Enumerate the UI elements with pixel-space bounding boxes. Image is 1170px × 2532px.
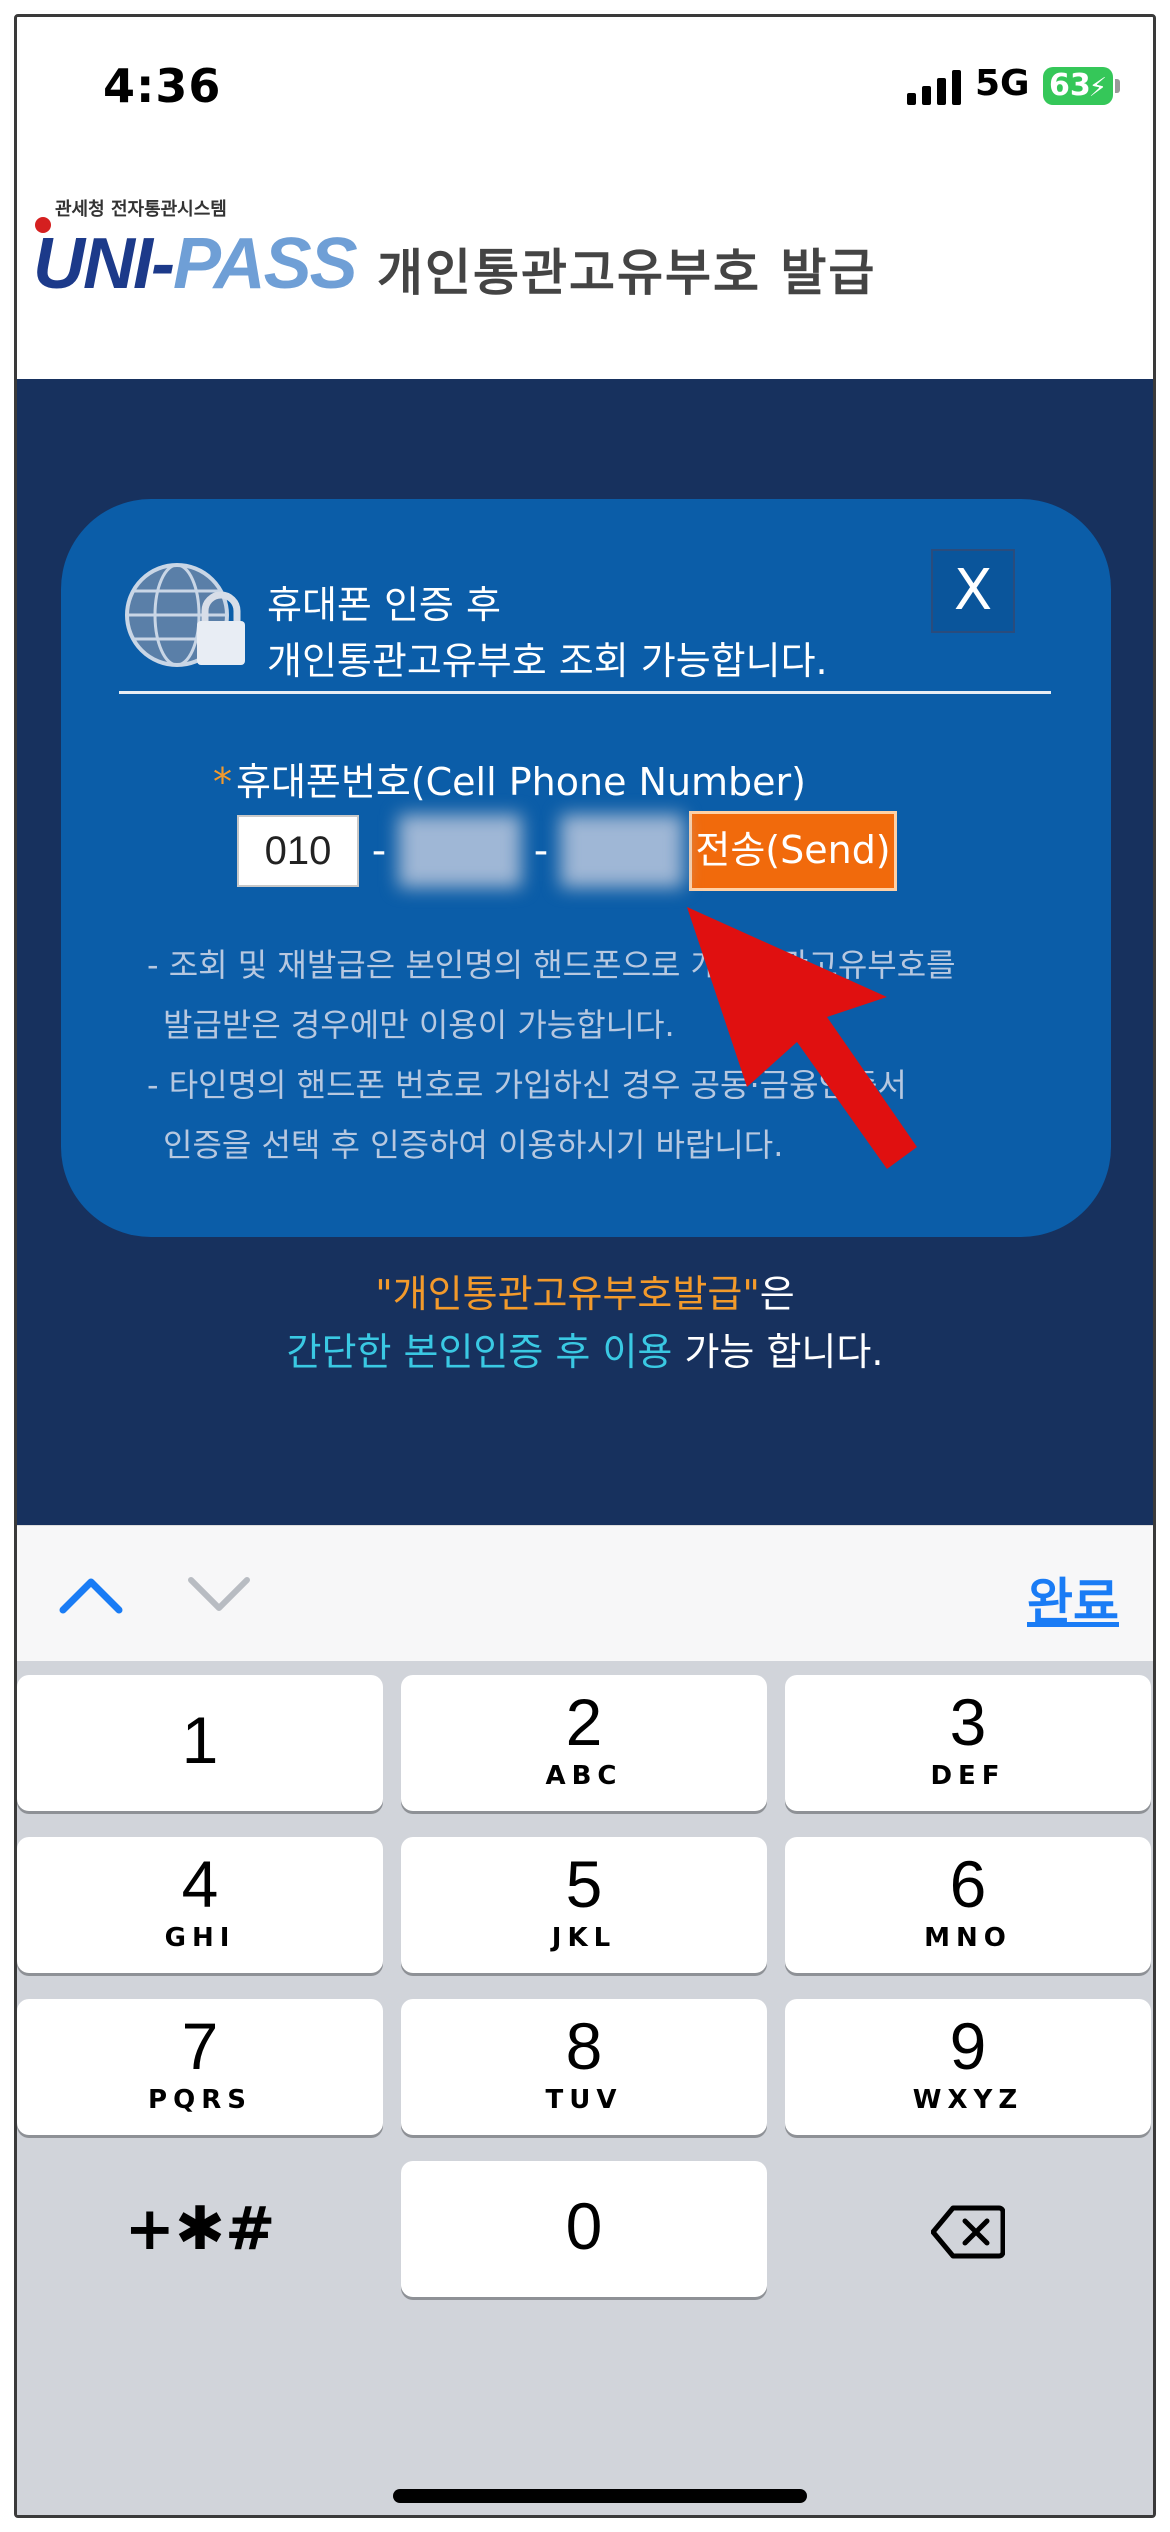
phone-last-field[interactable] <box>561 815 683 887</box>
charging-icon: ⚡ <box>1088 73 1107 103</box>
logo-subtitle: 관세청 전자통관시스템 <box>55 199 227 220</box>
keyboard-toolbar: 완료 <box>17 1525 1153 1661</box>
key-8[interactable]: 8 TUV <box>401 1999 767 2135</box>
required-mark: * <box>213 760 232 804</box>
home-indicator[interactable] <box>393 2489 807 2503</box>
phone-middle-field[interactable] <box>399 815 521 887</box>
status-bar: 4:36 5G 63 ⚡ <box>17 17 1153 147</box>
chevron-down-icon[interactable] <box>185 1572 253 1616</box>
symbols-key[interactable]: +✱# <box>17 2161 383 2297</box>
send-button[interactable]: 전송(Send) <box>689 811 897 891</box>
key-7[interactable]: 7 PQRS <box>17 1999 383 2135</box>
logo-wordmark: UNI-PASS <box>33 224 358 304</box>
page-title: 개인통관고유부호 발급 <box>377 244 877 302</box>
red-arrow-annotation <box>687 907 917 1169</box>
key-3[interactable]: 3 DEF <box>785 1675 1151 1811</box>
key-2[interactable]: 2 ABC <box>401 1675 767 1811</box>
dash-separator: - <box>371 828 387 874</box>
key-9[interactable]: 9 WXYZ <box>785 1999 1151 2135</box>
phone-frame: 4:36 5G 63 ⚡ 관세청 전자통관시스템 UNI-PASS 개인통관고유… <box>14 14 1156 2518</box>
signal-icon <box>907 69 961 105</box>
chevron-up-icon[interactable] <box>57 1572 125 1616</box>
globe-lock-icon <box>125 563 245 667</box>
key-4[interactable]: 4 GHI <box>17 1837 383 1973</box>
phone-prefix-field[interactable]: 010 <box>237 815 359 887</box>
battery-level: 63 <box>1049 68 1091 103</box>
done-button[interactable]: 완료 <box>1027 1562 1119 1634</box>
network-type: 5G <box>975 63 1030 104</box>
dim-overlay: 휴대폰 인증 후 개인통관고유부호 조회 가능합니다. X * 휴대폰번호(Cel… <box>17 379 1153 1525</box>
unipass-logo[interactable]: 관세청 전자통관시스템 UNI-PASS <box>33 195 369 325</box>
status-time: 4:36 <box>103 59 222 113</box>
phone-number-label: * 휴대폰번호(Cell Phone Number) <box>213 760 806 804</box>
page-header: 관세청 전자통관시스템 UNI-PASS 개인통관고유부호 발급 <box>17 147 1153 395</box>
key-5[interactable]: 5 JKL <box>401 1837 767 1973</box>
dash-separator: - <box>533 828 549 874</box>
info-message: "개인통관고유부호발급"은 간단한 본인인증 후 이용 가능 합니다. <box>286 1272 884 1374</box>
backspace-key[interactable] <box>785 2161 1151 2297</box>
key-1[interactable]: 1 <box>17 1675 383 1811</box>
numeric-keypad: 1 2 ABC 3 DEF 4 GHI 5 JKL 6 MNO 7 PQRS 8 TUV 9W… <box>17 1661 1153 2515</box>
key-0[interactable]: 0 <box>401 2161 767 2297</box>
verification-modal: 휴대폰 인증 후 개인통관고유부호 조회 가능합니다. X * 휴대폰번호(Cel… <box>61 499 1111 1237</box>
close-button[interactable]: X <box>931 549 1015 633</box>
modal-title: 휴대폰 인증 후 개인통관고유부호 조회 가능합니다. <box>267 583 828 683</box>
phone-input-row: 010 - - 전송(Send) <box>237 811 897 891</box>
key-6[interactable]: 6 MNO <box>785 1837 1151 1973</box>
battery-icon: 63 ⚡ <box>1043 67 1120 105</box>
backspace-icon <box>930 2205 1006 2259</box>
title-divider <box>119 691 1051 694</box>
